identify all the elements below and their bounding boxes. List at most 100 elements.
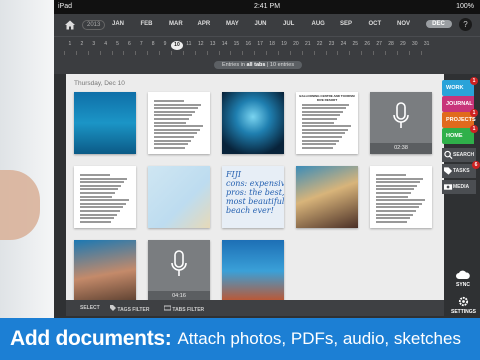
sketch-entry[interactable]: FIJI cons: expensive pros: the best, mos… [222,166,284,228]
month-feb[interactable]: FEB [141,21,170,28]
day-14[interactable]: 14 [219,41,231,50]
filter-prefix: Entries in [222,62,245,68]
entries-panel: Thursday, Dec 10 BALLOONING CENTRE AND T… [66,74,444,302]
month-apr[interactable]: APR [198,21,227,28]
day-tick [242,51,254,55]
month-oct[interactable]: OCT [369,21,398,28]
day-29[interactable]: 29 [397,41,409,50]
day-19[interactable]: 19 [278,41,290,50]
day-10[interactable]: 10 [171,41,183,50]
document-title: BALLOONING CENTRE AND TOURISM DIVE RESOR… [299,94,355,102]
settings-button[interactable]: SETTINGS [451,296,477,315]
audio-entry[interactable]: 04:16 [148,240,210,302]
pdf-document[interactable]: BALLOONING CENTRE AND TOURISM DIVE RESOR… [296,92,358,154]
text-line [376,188,414,191]
day-1[interactable]: 1 [64,41,76,50]
month-jul[interactable]: JUL [283,21,312,28]
count-badge: 6 [472,161,480,169]
pdf-document[interactable] [148,92,210,154]
day-5[interactable]: 5 [112,41,124,50]
reef-fish-photo[interactable] [74,92,136,154]
audio-duration: 02:38 [370,143,432,154]
day-3[interactable]: 3 [88,41,100,50]
text-line [302,125,351,128]
month-jan[interactable]: JAN [112,21,141,28]
day-23[interactable]: 23 [326,41,338,50]
day-18[interactable]: 18 [266,41,278,50]
text-line [80,174,110,176]
month-aug[interactable]: AUG [312,21,341,28]
tag-icon [110,305,116,311]
cloud-icon [456,270,470,279]
day-21[interactable]: 21 [302,41,314,50]
diver-photo[interactable] [222,240,284,302]
text-line [302,132,345,135]
day-17[interactable]: 17 [254,41,266,50]
entries-filter-pill[interactable]: Entries in all tabs | 10 entries [214,61,303,69]
day-31[interactable]: 31 [421,41,433,50]
day-20[interactable]: 20 [290,41,302,50]
day-6[interactable]: 6 [123,41,135,50]
month-mar[interactable]: MAR [169,21,198,28]
sidebar-tab-home[interactable]: HOME 1 [442,125,478,144]
day-8[interactable]: 8 [147,41,159,50]
sidebar-tool-search[interactable]: SEARCH [442,148,476,162]
coral-photo[interactable] [296,166,358,228]
day-22[interactable]: 22 [314,41,326,50]
day-13[interactable]: 13 [207,41,219,50]
tags-filter-button[interactable]: TAGS FILTER [110,305,149,313]
underwater-cave-photo[interactable] [222,92,284,154]
month-jun[interactable]: JUN [255,21,284,28]
map-image[interactable] [148,166,210,228]
pdf-document[interactable] [74,166,136,228]
help-icon[interactable]: ? [459,18,472,31]
day-4[interactable]: 4 [100,41,112,50]
entry-grid: BALLOONING CENTRE AND TOURISM DIVE RESOR… [74,92,432,302]
day-11[interactable]: 11 [183,41,195,50]
text-line [154,128,200,131]
day-28[interactable]: 28 [385,41,397,50]
text-line [80,181,124,184]
sidebar-tab-journal[interactable]: JOURNAL [442,96,474,112]
table-document[interactable] [370,166,432,228]
text-line [376,220,407,223]
select-button[interactable]: SELECT [80,305,100,311]
sync-button[interactable]: SYNC [451,270,475,288]
home-icon[interactable] [64,19,76,31]
day-15[interactable]: 15 [230,41,242,50]
day-tick [325,51,338,55]
text-line [376,202,422,205]
sidebar-tool-tasks[interactable]: TASKS 6 [442,161,480,178]
text-line [80,220,111,223]
sidebar-tool-media[interactable]: MEDIA [442,180,476,194]
day-30[interactable]: 30 [409,41,421,50]
diver-fan-coral-photo[interactable] [74,240,136,302]
sidebar-tab-projects[interactable]: PROJECTS 1 [442,109,478,128]
day-26[interactable]: 26 [361,41,373,50]
sidebar-tab-work[interactable]: WORK 1 [442,77,478,96]
day-9[interactable]: 9 [159,41,171,50]
month-may[interactable]: MAY [226,21,255,28]
day-7[interactable]: 7 [135,41,147,50]
tabs-filter-button[interactable]: TABS FILTER [163,305,204,313]
count-badge: 1 [470,109,478,117]
year-selector[interactable]: 2013 [82,20,106,30]
audio-entry[interactable]: 02:38 [370,92,432,154]
day-24[interactable]: 24 [337,41,349,50]
day-25[interactable]: 25 [349,41,361,50]
month-sep[interactable]: SEP [340,21,369,28]
settings-label: SETTINGS [451,309,477,315]
day-tick [278,51,290,55]
tab-label: WORK [446,85,464,91]
day-16[interactable]: 16 [242,41,254,50]
day-tick [289,51,302,55]
tabs-icon [163,305,172,311]
filter-scope: all tabs [246,62,266,68]
day-2[interactable]: 2 [76,41,88,50]
text-line [302,114,340,117]
text-line [154,139,191,142]
day-27[interactable]: 27 [373,41,385,50]
month-dec[interactable]: DEC [425,20,452,28]
day-12[interactable]: 12 [195,41,207,50]
month-nov[interactable]: NOV [397,21,426,28]
